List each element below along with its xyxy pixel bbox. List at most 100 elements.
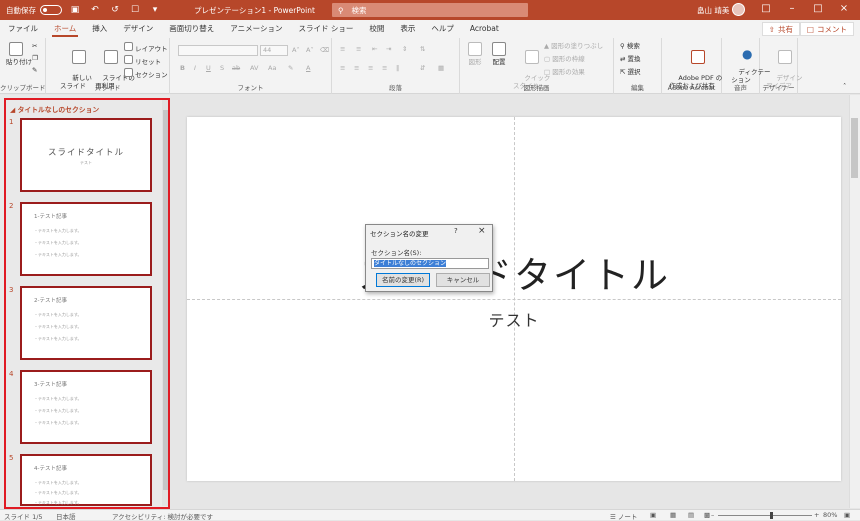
reset-button[interactable]: リセット — [124, 55, 161, 66]
slide-thumbnail-4[interactable]: 3-テスト記事 ・テキストを入力します。 ・テキストを入力します。 ・テキストを… — [20, 370, 152, 444]
char-spacing-icon[interactable]: AV — [250, 64, 258, 72]
slide-thumbnail-5[interactable]: 4-テスト記事 ・テキストを入力します。 ・テキストを入力します。 ・テキストを… — [20, 454, 152, 506]
search-box[interactable]: ⚲ 検索 — [332, 3, 528, 17]
editor-scrollbar-thumb[interactable] — [851, 118, 858, 178]
slide-thumbnail-3[interactable]: 2-テスト記事 ・テキストを入力します。 ・テキストを入力します。 ・テキストを… — [20, 286, 152, 360]
decrease-font-icon[interactable]: A˅ — [306, 46, 314, 54]
paste-button[interactable]: 貼り付け — [6, 42, 32, 66]
close-icon[interactable]: × — [830, 3, 858, 14]
tab-file[interactable]: ファイル — [0, 20, 46, 38]
format-painter-icon[interactable]: ✎ — [32, 66, 37, 74]
redo-icon[interactable]: ↺ — [108, 3, 122, 17]
slide-thumbnail-2[interactable]: 1-テスト記事 ・テキストを入力します。 ・テキストを入力します。 ・テキストを… — [20, 202, 152, 276]
tab-home[interactable]: ホーム — [46, 20, 84, 38]
find-button[interactable]: ⚲ 検索 — [620, 42, 640, 50]
font-name-select[interactable] — [178, 45, 258, 56]
slide-subtitle[interactable]: テスト — [187, 307, 841, 331]
tab-review[interactable]: 校閲 — [361, 20, 392, 38]
thumbnail-scrollbar-thumb[interactable] — [163, 110, 168, 490]
align-left-icon[interactable]: ≡ — [340, 64, 345, 72]
columns-icon[interactable]: ‖ — [396, 64, 399, 72]
maximize-icon[interactable]: □ — [804, 3, 832, 14]
save-icon[interactable]: ▣ — [68, 3, 82, 17]
start-slideshow-icon[interactable]: ☐ — [128, 3, 142, 17]
customize-qat-icon[interactable]: ▾ — [148, 3, 162, 17]
zoom-slider-knob[interactable] — [770, 512, 773, 519]
slide-sorter-icon[interactable]: ▦ — [670, 511, 676, 519]
reading-view-icon[interactable]: ▤ — [688, 511, 694, 519]
bold-icon[interactable]: B — [180, 64, 185, 72]
align-center-icon[interactable]: ≡ — [354, 64, 359, 72]
smartart-icon[interactable]: ▦ — [438, 64, 444, 72]
slide-thumbnail-1[interactable]: スライドタイトル テスト — [20, 118, 152, 192]
slide-title[interactable]: スライドタイトル — [187, 245, 841, 299]
share-button[interactable]: ⇧ 共有 — [761, 22, 800, 36]
undo-icon[interactable]: ↶ — [88, 3, 102, 17]
tab-design[interactable]: デザイン — [115, 20, 161, 38]
normal-view-icon[interactable]: ▣ — [650, 511, 656, 519]
copy-icon[interactable]: ❐ — [32, 54, 38, 62]
current-slide[interactable]: スライドタイトル テスト — [187, 117, 841, 481]
line-spacing-icon[interactable]: ⇕ — [402, 45, 407, 53]
font-size-select[interactable]: 44 — [260, 45, 288, 56]
tab-view[interactable]: 表示 — [392, 20, 423, 38]
zoom-in-icon[interactable]: + — [814, 511, 819, 519]
comments-button[interactable]: □ コメント — [799, 22, 854, 36]
tab-acrobat[interactable]: Acrobat — [462, 20, 507, 38]
cut-icon[interactable]: ✂ — [32, 42, 37, 50]
bullets-icon[interactable]: ≡ — [340, 45, 345, 53]
section-icon — [124, 68, 133, 77]
section-button[interactable]: セクション — [124, 68, 168, 79]
change-case-icon[interactable]: Aa — [268, 64, 276, 72]
font-color-icon[interactable]: A — [306, 64, 310, 72]
align-right-icon[interactable]: ≡ — [368, 64, 373, 72]
zoom-level[interactable]: 80% — [823, 511, 837, 519]
clear-format-icon[interactable]: ⌫ — [320, 46, 329, 54]
rename-button[interactable]: 名前の変更(R) — [376, 273, 430, 287]
slideshow-view-icon[interactable]: ▩ — [704, 511, 710, 519]
document-title: プレゼンテーション1 - PowerPoint — [194, 6, 315, 15]
zoom-slider[interactable] — [718, 515, 812, 516]
collapse-section-icon[interactable]: ◢ — [10, 106, 15, 114]
shape-outline-button[interactable]: ▢ 図形の枠線 — [544, 55, 585, 63]
tab-transitions[interactable]: 画面切り替え — [161, 20, 222, 38]
tab-animations[interactable]: アニメーション — [222, 20, 290, 38]
tab-slideshow[interactable]: スライド ショー — [290, 20, 361, 38]
increase-font-icon[interactable]: A˄ — [292, 46, 300, 54]
collapse-ribbon-icon[interactable]: ˄ — [843, 82, 846, 90]
user-avatar[interactable] — [732, 3, 745, 16]
strikethrough-icon[interactable]: ab — [232, 64, 240, 72]
help-icon[interactable]: ? — [454, 227, 458, 235]
zoom-out-icon[interactable]: – — [711, 511, 714, 519]
highlight-icon[interactable]: ✎ — [288, 64, 293, 72]
align-text-icon[interactable]: ⇵ — [420, 64, 425, 72]
tab-insert[interactable]: 挿入 — [84, 20, 115, 38]
ribbon-display-icon[interactable]: □ — [752, 3, 780, 14]
close-icon[interactable]: × — [478, 226, 486, 236]
thumb-line: ・テキストを入力します。 — [34, 312, 82, 317]
section-name-input[interactable]: タイトルなしのセクション — [371, 258, 489, 269]
underline-icon[interactable]: U — [206, 64, 211, 72]
user-name[interactable]: 畠山 靖美 — [697, 5, 729, 16]
shape-effects-button[interactable]: □ 図形の効果 — [544, 68, 585, 76]
numbering-icon[interactable]: ≡ — [356, 45, 361, 53]
italic-icon[interactable]: I — [194, 64, 196, 72]
thumb-line: ・テキストを入力します。 — [34, 420, 82, 425]
shapes-button[interactable]: 図形 — [464, 42, 486, 66]
shape-fill-button[interactable]: ▲ 図形の塗りつぶし — [544, 42, 603, 50]
cancel-button[interactable]: キャンセル — [436, 273, 490, 287]
minimize-icon[interactable]: – — [778, 3, 806, 14]
section-header[interactable]: ◢ タイトルなしのセクション — [10, 104, 99, 114]
autosave-toggle[interactable] — [40, 5, 62, 15]
replace-button[interactable]: ⇄ 置換 — [620, 55, 641, 63]
decrease-indent-icon[interactable]: ⇤ — [372, 45, 377, 53]
arrange-button[interactable]: 配置 — [488, 42, 510, 66]
layout-button[interactable]: レイアウト — [124, 42, 168, 53]
justify-icon[interactable]: ≡ — [382, 64, 387, 72]
text-direction-icon[interactable]: ⇅ — [420, 45, 425, 53]
shadow-icon[interactable]: S — [220, 64, 224, 72]
select-button[interactable]: ⇱ 選択 — [620, 68, 641, 76]
increase-indent-icon[interactable]: ⇥ — [386, 45, 391, 53]
fit-slide-icon[interactable]: ▣ — [844, 511, 850, 519]
tab-help[interactable]: ヘルプ — [423, 20, 462, 38]
